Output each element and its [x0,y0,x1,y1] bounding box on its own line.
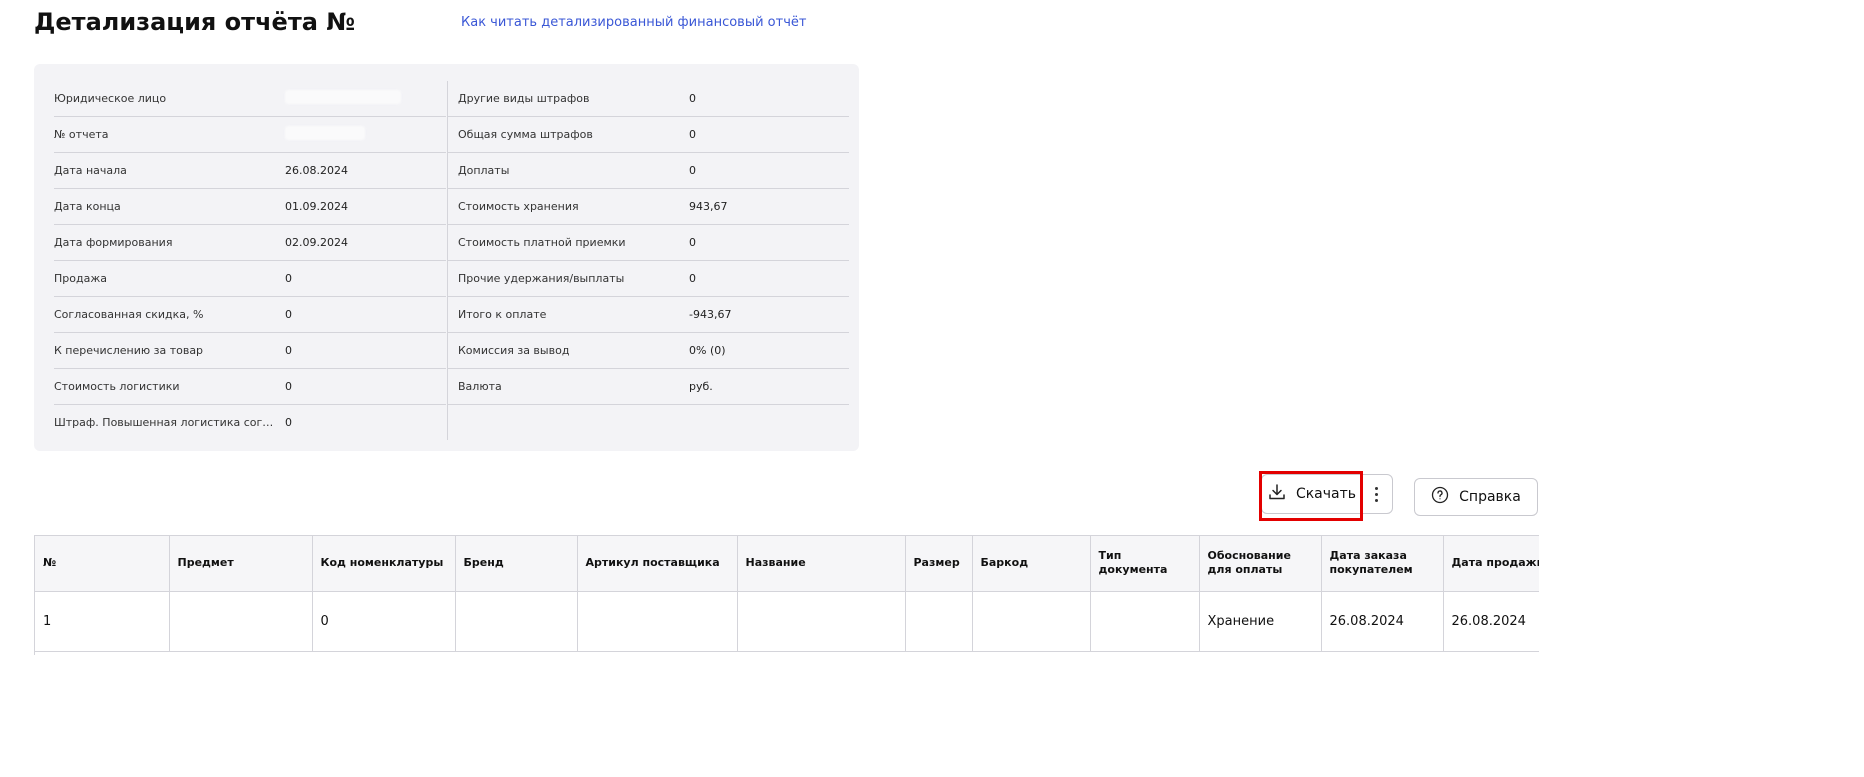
column-header[interactable]: Предмет [169,536,313,592]
table-cell: 26.08.2024 [1443,591,1539,652]
column-header[interactable]: Дата продажи [1443,536,1539,592]
summary-label: К перечислению за товар [54,344,204,357]
summary-row-currency: Валюта руб. [448,369,849,405]
download-icon [1268,483,1286,505]
table-cell: 0 [312,591,456,652]
table-cell: 26.08.2024 [1321,591,1444,652]
summary-value: 02.09.2024 [285,236,348,249]
summary-label: Валюта [458,380,502,393]
summary-label: Доплаты [458,164,510,177]
summary-value: 0 [285,416,292,429]
column-header[interactable]: Обоснование для оплаты [1199,536,1322,592]
summary-row-total-penalties: Общая сумма штрафов 0 [448,117,849,153]
table-cell [972,591,1091,652]
summary-value: 01.09.2024 [285,200,348,213]
summary-label: Комиссия за вывод [458,344,570,357]
download-button[interactable]: Скачать [1262,475,1362,513]
column-header[interactable]: Баркод [972,536,1091,592]
summary-row-other-deductions: Прочие удержания/выплаты 0 [448,261,849,297]
column-header[interactable]: Бренд [455,536,578,592]
page-title: Детализация отчёта № [34,8,356,36]
summary-value: 0 [285,380,292,393]
report-number-value-hidden [285,126,365,143]
help-button[interactable]: Справка [1414,478,1538,516]
summary-value: 26.08.2024 [285,164,348,177]
summary-row-surcharges: Доплаты 0 [448,153,849,189]
table-cell: 1 [35,591,170,652]
download-button-group: Скачать [1261,474,1393,514]
summary-value: 0 [689,164,696,177]
summary-row-legal-entity: Юридическое лицо [54,81,446,117]
column-header[interactable]: Размер [905,536,973,592]
summary-label: Итого к оплате [458,308,547,321]
summary-label: Юридическое лицо [54,92,167,105]
summary-value: 0 [285,344,292,357]
summary-row-empty [448,405,849,440]
summary-label: Штраф. Повышенная логистика соглас… [54,416,285,429]
how-to-read-report-link[interactable]: Как читать детализированный финансовый о… [461,15,806,30]
table-cell [905,591,973,652]
table-cell [1090,591,1200,652]
table-cell [737,591,906,652]
report-summary-panel: Юридическое лицо № отчета Дата начала 26… [34,64,859,451]
column-header[interactable]: Дата заказа покупателем [1321,536,1444,592]
summary-value: 0 [689,236,696,249]
summary-value: -943,67 [689,308,732,321]
summary-label: Общая сумма штрафов [458,128,593,141]
summary-row-start-date: Дата начала 26.08.2024 [54,153,446,189]
legal-entity-value-hidden [285,90,401,107]
column-header[interactable]: Артикул поставщика [577,536,738,592]
column-header[interactable]: Код номенклатуры [312,536,456,592]
table-cell [455,591,578,652]
summary-value: руб. [689,380,713,393]
table-row[interactable]: 1 0 Хранение 26.08.2024 26.08.2024 [35,591,1539,652]
kebab-menu-icon [1374,486,1378,502]
summary-label: Прочие удержания/выплаты [458,272,625,285]
more-options-button[interactable] [1360,475,1392,513]
summary-label: Дата формирования [54,236,173,249]
summary-row-end-date: Дата конца 01.09.2024 [54,189,446,225]
summary-value: 943,67 [689,200,728,213]
summary-row-other-penalties: Другие виды штрафов 0 [448,81,849,117]
summary-label: Другие виды штрафов [458,92,590,105]
summary-right-column: Другие виды штрафов 0 Общая сумма штрафо… [447,81,849,440]
summary-value: 0 [285,272,292,285]
summary-value: 0 [285,308,292,321]
summary-row-withdrawal-fee: Комиссия за вывод 0% (0) [448,333,849,369]
summary-label: Стоимость хранения [458,200,579,213]
summary-row-created-date: Дата формирования 02.09.2024 [54,225,446,261]
summary-label: Дата конца [54,200,121,213]
summary-row-logistics-penalty: Штраф. Повышенная логистика соглас… 0 [54,405,446,440]
summary-label: Продажа [54,272,107,285]
summary-row-paid-acceptance: Стоимость платной приемки 0 [448,225,849,261]
help-label: Справка [1459,489,1521,505]
summary-row-sales: Продажа 0 [54,261,446,297]
column-header[interactable]: Тип документа [1090,536,1200,592]
report-details-table: № Предмет Код номенклатуры Бренд Артикул… [34,535,1539,655]
table-header-row: № Предмет Код номенклатуры Бренд Артикул… [35,536,1539,592]
table-cell [169,591,313,652]
summary-label: Дата начала [54,164,127,177]
summary-label: Стоимость логистики [54,380,180,393]
table-cell: Хранение [1199,591,1322,652]
summary-value: 0 [689,92,696,105]
summary-value: 0% (0) [689,344,726,357]
summary-row-discount: Согласованная скидка, % 0 [54,297,446,333]
summary-row-storage-cost: Стоимость хранения 943,67 [448,189,849,225]
summary-label: Согласованная скидка, % [54,308,204,321]
column-header[interactable]: Название [737,536,906,592]
summary-value: 0 [689,272,696,285]
summary-row-payout-for-goods: К перечислению за товар 0 [54,333,446,369]
table-cell [577,591,738,652]
summary-row-logistics-cost: Стоимость логистики 0 [54,369,446,405]
column-header[interactable]: № [35,536,170,592]
summary-label: Стоимость платной приемки [458,236,626,249]
summary-value: 0 [689,128,696,141]
summary-row-report-number: № отчета [54,117,446,153]
summary-row-total-payable: Итого к оплате -943,67 [448,297,849,333]
summary-left-column: Юридическое лицо № отчета Дата начала 26… [54,81,446,440]
summary-label: № отчета [54,128,109,141]
question-circle-icon [1431,486,1449,508]
download-label: Скачать [1295,486,1357,502]
